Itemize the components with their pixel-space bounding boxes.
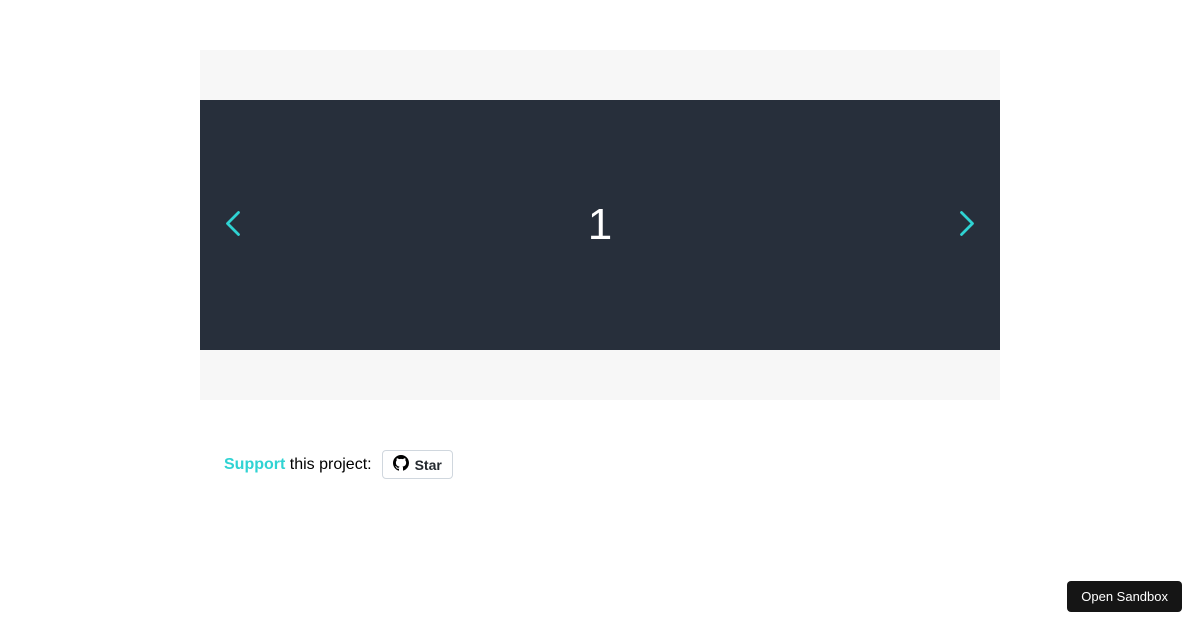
star-button[interactable]: Star: [382, 450, 453, 479]
chevron-right-icon: [956, 208, 978, 243]
support-text: this project:: [285, 456, 371, 473]
carousel: 1: [200, 100, 1000, 350]
open-sandbox-button[interactable]: Open Sandbox: [1067, 581, 1182, 612]
star-label: Star: [415, 457, 442, 473]
slide-number: 1: [588, 200, 612, 250]
carousel-wrapper: 1: [200, 50, 1000, 400]
chevron-left-icon: [222, 208, 244, 243]
prev-button[interactable]: [214, 200, 252, 251]
github-icon: [393, 455, 409, 474]
support-link[interactable]: Support: [224, 456, 285, 473]
support-row: Support this project: Star: [200, 450, 1000, 479]
next-button[interactable]: [948, 200, 986, 251]
